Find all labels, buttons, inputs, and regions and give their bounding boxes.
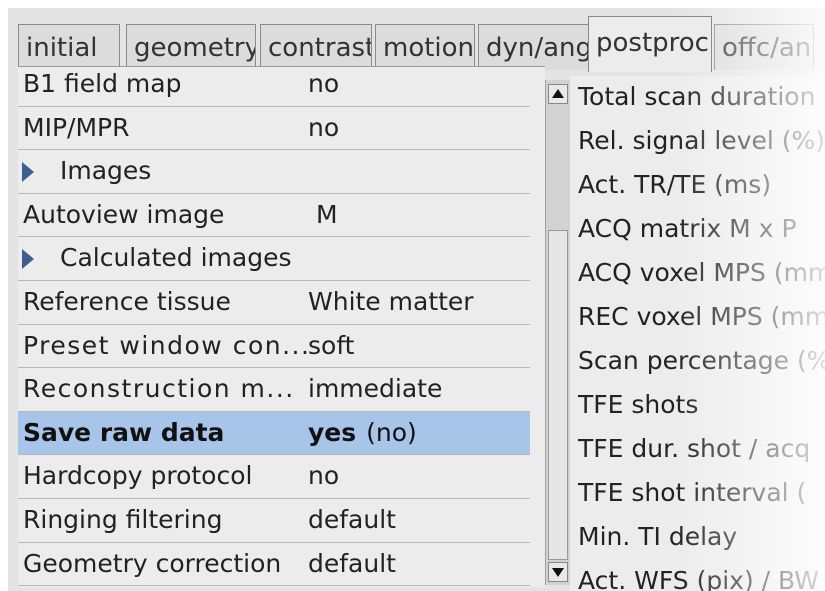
- tab-geometry[interactable]: geometry: [126, 24, 256, 70]
- param-row-hardcopy-protocol[interactable]: Hardcopy protocol no: [18, 455, 530, 499]
- info-act-wfs-bw: Act. WFS (pix) / BW: [578, 566, 819, 591]
- info-total-scan-duration: Total scan duration: [578, 82, 816, 111]
- arrow-down-icon: [552, 568, 564, 577]
- param-value-default: (no): [366, 417, 417, 447]
- info-rel-signal-level: Rel. signal level (%): [578, 126, 825, 155]
- parameter-list: B1 field map no MIP/MPR no Images Autovi…: [18, 66, 545, 587]
- arrow-up-icon: [552, 89, 564, 98]
- expand-triangle-icon[interactable]: [22, 162, 34, 183]
- param-value: no: [308, 112, 340, 142]
- info-tfe-shot-interval: TFE shot interval (: [578, 478, 807, 507]
- info-tfe-dur-shot: TFE dur. shot / acq: [578, 434, 811, 463]
- info-scan-percentage: Scan percentage (%): [578, 346, 825, 375]
- tab-dyn-ang[interactable]: dyn/ang: [478, 24, 590, 70]
- param-value: no: [308, 69, 340, 98]
- param-value-current: yes: [308, 417, 357, 447]
- param-value: default: [308, 505, 396, 534]
- param-row-reconstruction[interactable]: Reconstruction m... immediate: [18, 368, 530, 412]
- group-row-images[interactable]: Images: [18, 150, 530, 194]
- param-label: Save raw data: [23, 417, 225, 447]
- info-acq-voxel: ACQ voxel MPS (mm): [578, 258, 825, 287]
- param-label: Geometry correction: [23, 548, 282, 578]
- param-label: Ringing filtering: [23, 505, 223, 534]
- scroll-down-button[interactable]: [548, 562, 568, 582]
- info-min-ti-delay: Min. TI delay: [578, 522, 738, 551]
- param-row-ringing-filtering[interactable]: Ringing filtering default: [18, 499, 530, 543]
- info-tfe-shots: TFE shots: [578, 390, 699, 419]
- param-row-reference-tissue[interactable]: Reference tissue White matter: [18, 281, 530, 325]
- expand-triangle-icon[interactable]: [22, 249, 34, 270]
- param-row-b1-field-map[interactable]: B1 field map no: [18, 67, 530, 107]
- tab-postproc[interactable]: postproc: [588, 16, 712, 72]
- group-label: Images: [60, 156, 152, 186]
- info-rec-voxel: REC voxel MPS (mm): [578, 302, 825, 331]
- param-label: MIP/MPR: [23, 112, 130, 142]
- param-value: yes (no): [308, 412, 417, 454]
- param-label: B1 field map: [23, 69, 182, 98]
- tab-contrast[interactable]: contrast: [260, 24, 372, 70]
- scan-info-panel: Total scan duration Rel. signal level (%…: [570, 76, 825, 591]
- param-row-mip-mpr[interactable]: MIP/MPR no: [18, 107, 530, 151]
- param-label: Reference tissue: [23, 287, 231, 316]
- tab-bar: initial geometry contrast motion dyn/ang…: [14, 14, 814, 72]
- group-label: Calculated images: [60, 243, 292, 273]
- param-label: Reconstruction m...: [23, 374, 295, 404]
- param-value: M: [316, 199, 338, 229]
- param-label: Hardcopy protocol: [23, 461, 253, 491]
- tab-offc-ang[interactable]: offc/ang: [714, 24, 814, 70]
- param-value: soft: [308, 330, 355, 360]
- param-row-save-raw-data[interactable]: Save raw data yes (no): [18, 411, 530, 456]
- tab-motion[interactable]: motion: [375, 24, 475, 70]
- param-label: Autoview image: [23, 199, 225, 229]
- scroll-thumb[interactable]: [548, 230, 568, 560]
- parameter-list-scrollbar[interactable]: [545, 80, 570, 585]
- param-value: immediate: [308, 374, 443, 404]
- param-row-preset-window[interactable]: Preset window con... soft: [18, 325, 530, 369]
- info-acq-matrix: ACQ matrix M x P: [578, 214, 797, 243]
- info-act-tr-te: Act. TR/TE (ms): [578, 170, 772, 199]
- scroll-up-button[interactable]: [548, 84, 568, 104]
- param-row-autoview-image[interactable]: Autoview image M: [18, 194, 530, 238]
- param-value: White matter: [308, 287, 474, 316]
- group-row-calculated-images[interactable]: Calculated images: [18, 237, 530, 281]
- tab-initial[interactable]: initial: [18, 24, 120, 70]
- param-label: Preset window con...: [23, 330, 311, 360]
- param-value: no: [308, 461, 340, 491]
- param-value: default: [308, 548, 396, 578]
- param-row-geometry-correction[interactable]: Geometry correction default: [18, 543, 530, 587]
